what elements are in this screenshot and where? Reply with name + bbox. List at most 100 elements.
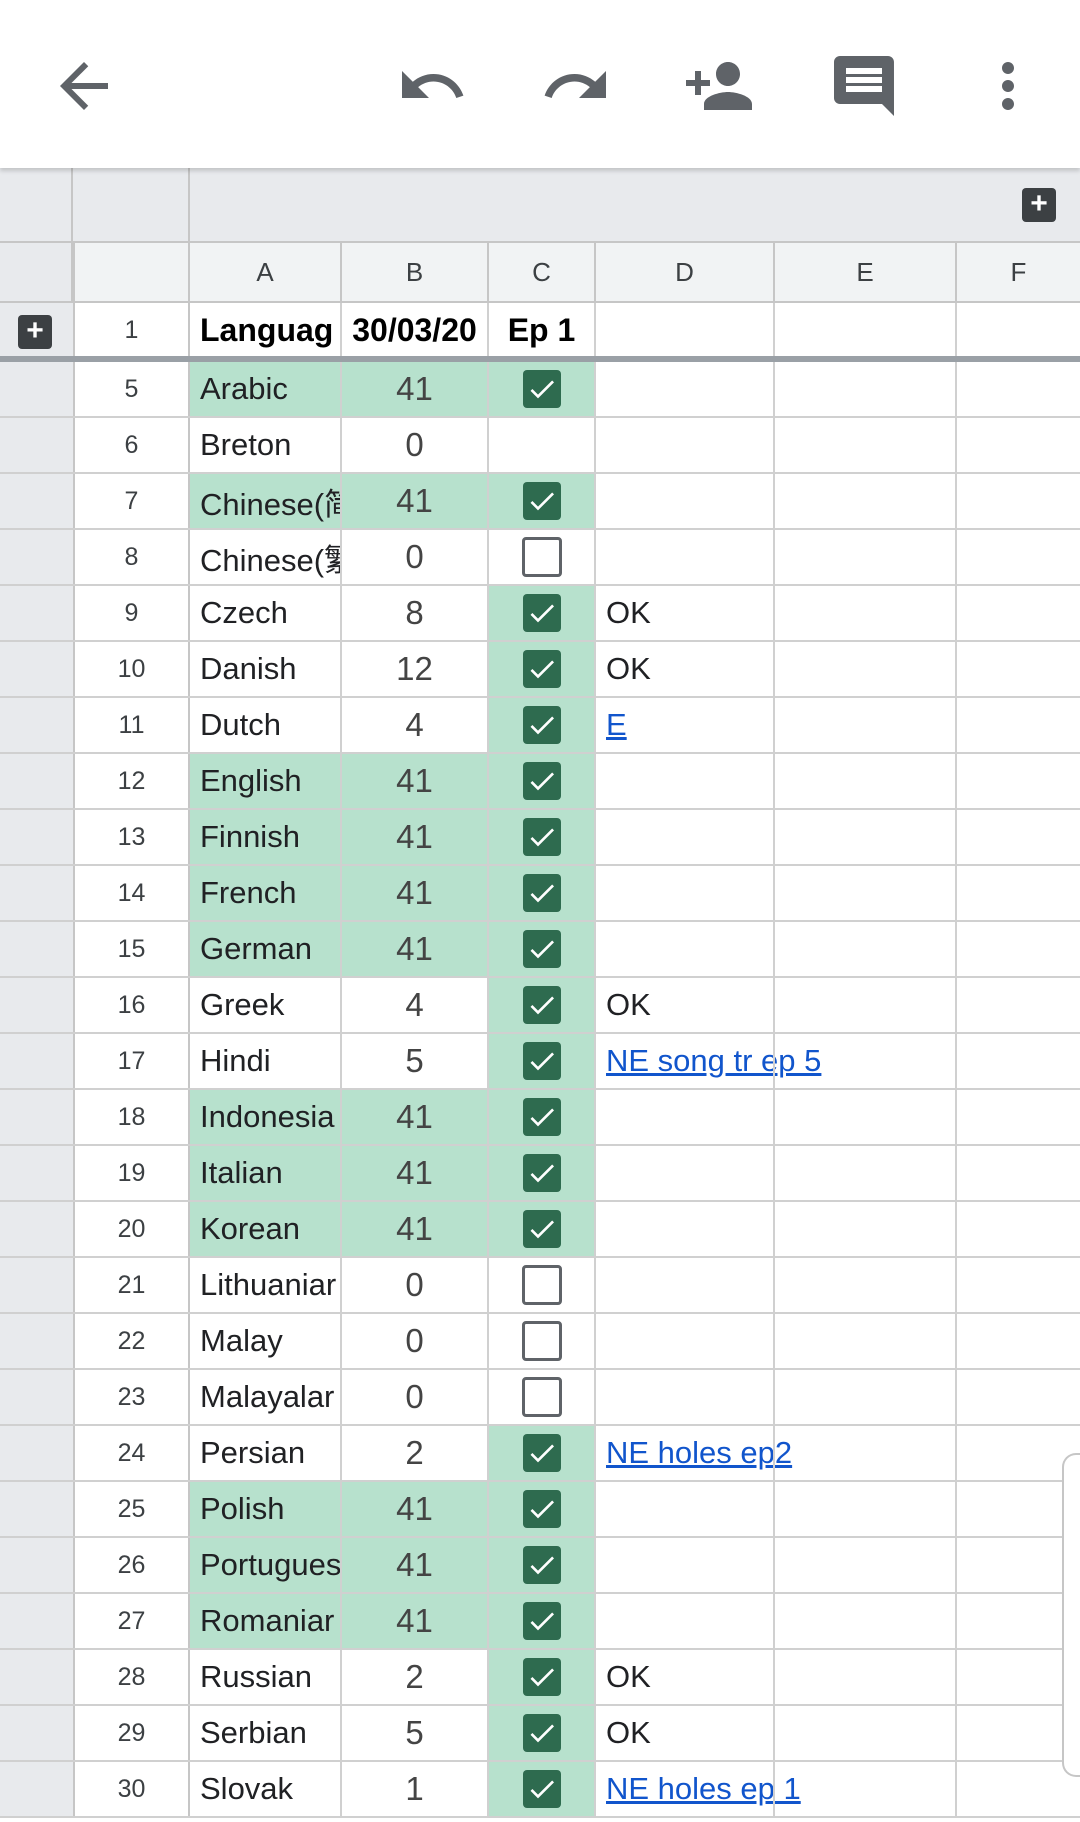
cell-language[interactable]: Korean	[190, 1202, 342, 1256]
cell-f[interactable]	[957, 922, 1080, 976]
cell-ep1-checkbox[interactable]	[489, 698, 596, 752]
more-vert-icon[interactable]	[966, 44, 1050, 128]
cell-note[interactable]	[596, 1314, 773, 1368]
cell-e[interactable]	[775, 1314, 957, 1368]
row-number[interactable]: 19	[73, 1146, 190, 1200]
cell-ep1-checkbox[interactable]	[489, 1146, 596, 1200]
row-number[interactable]: 18	[73, 1090, 190, 1144]
cell-ep1-checkbox[interactable]	[489, 530, 596, 584]
cell-count[interactable]: 41	[342, 474, 489, 528]
cell-language[interactable]: Dutch	[190, 698, 342, 752]
cell-f[interactable]	[957, 1034, 1080, 1088]
cell-note[interactable]	[596, 1370, 773, 1424]
cell-f[interactable]	[957, 1314, 1080, 1368]
cell-e[interactable]	[775, 1370, 957, 1424]
checkbox-checked-icon[interactable]	[522, 762, 561, 800]
checkbox-unchecked-icon[interactable]	[521, 1265, 562, 1305]
cell-language[interactable]: Slovak	[190, 1762, 342, 1816]
cell-language[interactable]: German	[190, 922, 342, 976]
add-person-icon[interactable]	[677, 44, 761, 128]
checkbox-checked-icon[interactable]	[522, 1658, 561, 1696]
cell-ep1-checkbox[interactable]	[489, 1426, 596, 1480]
cell-language[interactable]: Hindi	[190, 1034, 342, 1088]
cell-language[interactable]: French	[190, 866, 342, 920]
cell-e[interactable]	[775, 1482, 957, 1536]
cell-ep1-checkbox[interactable]	[489, 1034, 596, 1088]
cell-note[interactable]	[596, 866, 773, 920]
cell-f[interactable]	[957, 1202, 1080, 1256]
cell-count[interactable]: 41	[342, 1594, 489, 1648]
cell-note[interactable]	[596, 810, 773, 864]
cell-e[interactable]	[775, 1146, 957, 1200]
cell-f[interactable]	[957, 1370, 1080, 1424]
cell-language[interactable]: Chinese(繁	[190, 530, 342, 584]
cell-ep1-checkbox[interactable]	[489, 1202, 596, 1256]
cell-language[interactable]: Danish	[190, 642, 342, 696]
cell-language[interactable]: Arabic	[190, 362, 342, 416]
cell-note[interactable]: NE holes ep2	[596, 1426, 792, 1480]
cell-e[interactable]	[775, 922, 957, 976]
cell-note[interactable]: OK	[596, 978, 773, 1032]
cell-f[interactable]	[957, 474, 1080, 528]
row-number[interactable]: 5	[73, 362, 190, 416]
cell-note[interactable]	[596, 1538, 773, 1592]
cell-e[interactable]	[775, 754, 957, 808]
cell-note[interactable]	[596, 362, 773, 416]
cell-count[interactable]: 41	[342, 922, 489, 976]
column-header-b[interactable]: B	[342, 243, 489, 301]
cell-language[interactable]: Portugues	[190, 1538, 342, 1592]
comment-icon[interactable]	[822, 44, 906, 128]
checkbox-checked-icon[interactable]	[522, 930, 561, 968]
row-number[interactable]: 26	[73, 1538, 190, 1592]
cell-count[interactable]: 41	[342, 866, 489, 920]
cell-language[interactable]: Indonesia	[190, 1090, 342, 1144]
checkbox-checked-icon[interactable]	[522, 1042, 561, 1080]
note-link[interactable]: NE holes ep 1	[606, 1771, 801, 1807]
cell-language[interactable]: Chinese(简	[190, 474, 342, 528]
cell-ep1-checkbox[interactable]	[489, 1370, 596, 1424]
cell-language[interactable]: Malay	[190, 1314, 342, 1368]
cell-f[interactable]	[957, 754, 1080, 808]
cell-ep1-checkbox[interactable]	[489, 1650, 596, 1704]
cell-f1[interactable]	[957, 303, 1080, 357]
row-number[interactable]: 24	[73, 1426, 190, 1480]
cell-language[interactable]: Greek	[190, 978, 342, 1032]
row-number[interactable]: 23	[73, 1370, 190, 1424]
checkbox-checked-icon[interactable]	[522, 370, 561, 408]
cell-language[interactable]: Lithuaniar	[190, 1258, 342, 1312]
cell-e[interactable]	[775, 866, 957, 920]
checkbox-checked-icon[interactable]	[522, 1770, 561, 1808]
cell-e[interactable]	[775, 1594, 957, 1648]
note-link[interactable]: E	[606, 707, 627, 743]
cell-e[interactable]	[775, 362, 957, 416]
cell-note[interactable]	[596, 1090, 773, 1144]
cell-language[interactable]: Romaniar	[190, 1594, 342, 1648]
cell-language[interactable]: Italian	[190, 1146, 342, 1200]
cell-f[interactable]	[957, 586, 1080, 640]
cell-ep1-checkbox[interactable]	[489, 586, 596, 640]
cell-ep1-checkbox[interactable]	[489, 642, 596, 696]
row-number[interactable]: 25	[73, 1482, 190, 1536]
cell-ep1-checkbox[interactable]	[489, 754, 596, 808]
cell-note[interactable]	[596, 418, 773, 472]
cell-d1[interactable]	[596, 303, 773, 357]
cell-ep1-checkbox[interactable]	[489, 1090, 596, 1144]
checkbox-unchecked-icon[interactable]	[521, 1377, 562, 1417]
cell-note[interactable]: NE song tr ep 5	[596, 1034, 821, 1088]
cell-ep1-checkbox[interactable]	[489, 362, 596, 416]
cell-e[interactable]	[775, 1426, 957, 1480]
checkbox-unchecked-icon[interactable]	[521, 537, 562, 577]
cell-f[interactable]	[957, 530, 1080, 584]
cell-count[interactable]: 1	[342, 1762, 489, 1816]
cell-ep1-checkbox[interactable]	[489, 1762, 596, 1816]
row-number[interactable]: 13	[73, 810, 190, 864]
cell-f[interactable]	[957, 418, 1080, 472]
cell-e[interactable]	[775, 1090, 957, 1144]
cell-ep1-checkbox[interactable]	[489, 474, 596, 528]
row-number[interactable]: 27	[73, 1594, 190, 1648]
row-number[interactable]: 30	[73, 1762, 190, 1816]
cell-f[interactable]	[957, 810, 1080, 864]
row-number[interactable]: 1	[73, 303, 190, 357]
row-number[interactable]: 10	[73, 642, 190, 696]
back-arrow-icon[interactable]	[42, 44, 126, 128]
